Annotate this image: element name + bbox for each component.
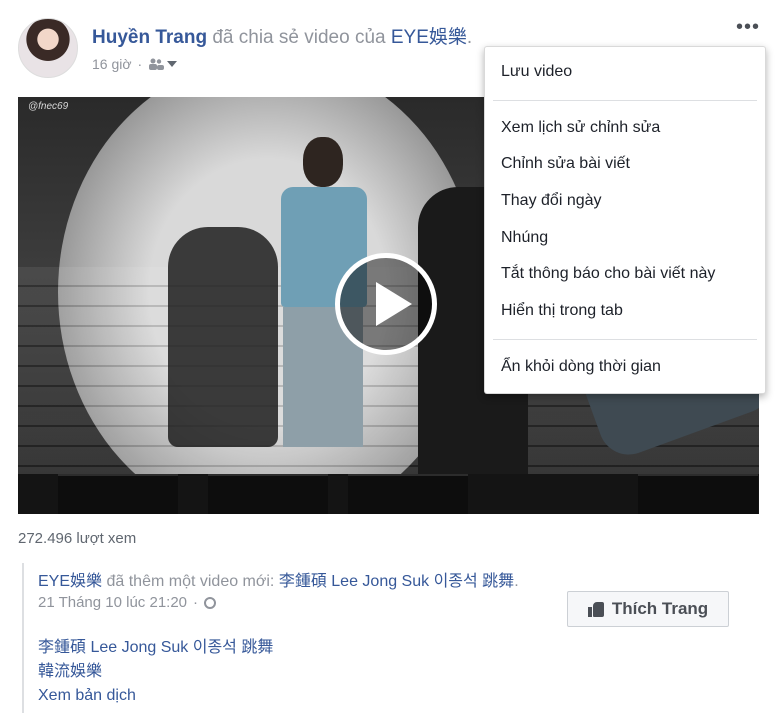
menu-item-turn-off-notifications[interactable]: Tắt thông báo cho bài viết này <box>501 265 715 283</box>
more-options-icon[interactable]: ••• <box>736 17 764 40</box>
like-page-button[interactable]: Thích Trang <box>567 591 729 627</box>
globe-icon <box>204 596 217 609</box>
shared-description: 李鍾碩 Lee Jong Suk 이종석 跳舞 韓流娛樂 Xem bản dịc… <box>38 636 273 708</box>
shared-page-link[interactable]: EYE娛樂 <box>391 27 467 48</box>
menu-item-save-video[interactable]: Lưu video <box>501 63 572 81</box>
shared-video-title-link[interactable]: 李鍾碩 Lee Jong Suk 이종석 跳舞 <box>279 573 514 590</box>
menu-item-view-edit-history[interactable]: Xem lịch sử chỉnh sửa <box>501 119 660 137</box>
menu-separator <box>493 339 757 340</box>
shared-headline: EYE娛樂 đã thêm một video mới: 李鍾碩 Lee Jon… <box>38 567 519 591</box>
shared-end-dot: . <box>514 573 519 590</box>
meta-separator: · <box>137 56 143 72</box>
post-options-menu: Lưu video Xem lịch sử chỉnh sửa Chỉnh sử… <box>484 46 766 394</box>
menu-item-show-in-tab[interactable]: Hiển thị trong tab <box>501 302 623 320</box>
audience-selector[interactable] <box>148 58 178 70</box>
menu-item-embed[interactable]: Nhúng <box>501 229 548 247</box>
description-hashtag-line[interactable]: 韓流娛樂 <box>38 660 273 684</box>
post-timestamp[interactable]: 16 giờ <box>92 56 132 72</box>
action-text: đã chia sẻ video của <box>212 27 386 48</box>
feed-post: Huyền Trang đã chia sẻ video của EYE娛樂. … <box>0 0 780 713</box>
video-watermark: @fnec69 <box>28 101 69 112</box>
post-headline: Huyền Trang đã chia sẻ video của EYE娛樂. <box>92 22 472 49</box>
shared-meta-separator: · <box>193 594 199 611</box>
video-figure <box>168 227 278 447</box>
menu-item-change-date[interactable]: Thay đổi ngày <box>501 192 602 210</box>
post-meta: 16 giờ · <box>92 56 178 72</box>
video-speaker <box>58 474 178 514</box>
shared-timestamp[interactable]: 21 Tháng 10 lúc 21:20 <box>38 594 187 611</box>
shared-action-text: đã thêm một video mới: <box>106 573 275 590</box>
thumbs-up-icon <box>587 601 604 617</box>
view-count: 272.496 lượt xem <box>18 530 137 547</box>
description-line: 李鍾碩 Lee Jong Suk 이종석 跳舞 <box>38 639 274 656</box>
shared-meta: 21 Tháng 10 lúc 21:20 · <box>38 594 217 611</box>
play-icon[interactable] <box>335 253 437 355</box>
headline-end-dot: . <box>466 27 473 48</box>
menu-separator <box>493 100 757 101</box>
video-speaker <box>638 474 758 514</box>
chevron-down-icon <box>167 61 178 67</box>
see-translation-link[interactable]: Xem bản dịch <box>38 684 273 708</box>
video-speaker <box>208 474 328 514</box>
menu-item-edit-post[interactable]: Chỉnh sửa bài viết <box>501 155 630 173</box>
author-avatar[interactable] <box>18 18 78 78</box>
like-page-label: Thích Trang <box>611 599 709 618</box>
video-speaker <box>348 474 468 514</box>
author-name-link[interactable]: Huyền Trang <box>92 27 207 48</box>
menu-item-hide-from-timeline[interactable]: Ẩn khỏi dòng thời gian <box>501 358 661 376</box>
shared-attachment: EYE娛樂 đã thêm một video mới: 李鍾碩 Lee Jon… <box>22 563 764 713</box>
friends-icon <box>149 58 165 70</box>
shared-page-name-link[interactable]: EYE娛樂 <box>38 573 102 590</box>
